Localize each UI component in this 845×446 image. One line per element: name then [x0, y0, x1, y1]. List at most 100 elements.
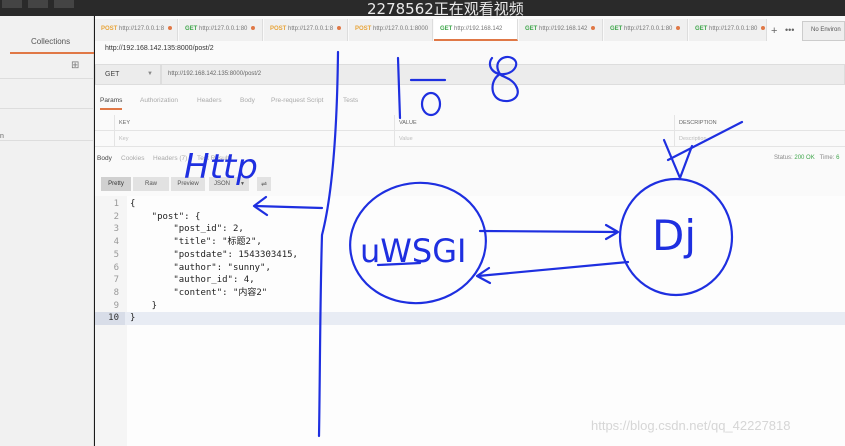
tab-pre-request-script[interactable]: Pre-request Script	[271, 97, 323, 104]
code-text: "author_id": 4,	[130, 275, 255, 286]
column-header-description: DESCRIPTION	[674, 115, 845, 131]
response-tabs: Body Cookies Headers (7) Test Results St…	[95, 154, 845, 168]
line-number: 9	[113, 300, 119, 311]
tab-response-headers[interactable]: Headers (7)	[153, 155, 187, 162]
response-body-viewer[interactable]: 1{2 "post": {3 "post_id": 2, 4 "title": "…	[95, 196, 845, 446]
divider	[0, 108, 94, 109]
method-select[interactable]: GET ▼	[95, 64, 161, 85]
params-table: KEY VALUE DESCRIPTION Key Value Descript…	[95, 115, 845, 148]
line-number: 10	[95, 312, 125, 325]
toolbar-button[interactable]	[28, 0, 48, 8]
unsaved-dot-icon	[591, 26, 596, 31]
tab-url: http://127.0.0.1:8	[288, 26, 334, 32]
unsaved-dot-icon	[251, 26, 256, 31]
divider	[0, 78, 94, 79]
time-value: 6	[836, 155, 840, 161]
unsaved-dot-icon	[676, 26, 681, 31]
code-text: "author": "sunny",	[130, 262, 271, 273]
tab-collections[interactable]: Collections	[31, 37, 70, 46]
request-tab[interactable]: POST http://127.0.0.1:8000	[349, 19, 433, 41]
code-text: }	[130, 313, 136, 324]
code-line: 9 }	[95, 300, 845, 313]
table-row: Key Value Description	[95, 131, 845, 147]
raw-button[interactable]: Raw	[133, 177, 169, 191]
code-text: "postdate": 1543303415,	[130, 249, 298, 260]
unsaved-dot-icon	[337, 26, 342, 31]
tab-url: http://127.0.0.1:8	[119, 26, 165, 32]
tab-headers[interactable]: Headers	[197, 97, 222, 104]
preview-button[interactable]: Preview	[171, 177, 205, 191]
folder-plus-icon[interactable]: ⊞	[71, 60, 79, 71]
toolbar-button[interactable]	[54, 0, 74, 8]
request-tab[interactable]: GET http://192.168.142	[519, 19, 603, 41]
request-tab[interactable]: POST http://127.0.0.1:8	[95, 19, 178, 41]
watermark: https://blog.csdn.net/qq_42227818	[591, 418, 791, 433]
line-number: 1	[113, 199, 119, 209]
sidebar-item-fragment[interactable]: n	[0, 133, 4, 140]
tab-url: http://127.0.0.1:80	[624, 26, 673, 32]
line-number: 5	[113, 249, 119, 260]
code-line: 8 "content": "内容2"	[95, 287, 845, 300]
request-section-tabs: Params Authorization Headers Body Pre-re…	[95, 97, 845, 115]
request-tab[interactable]: POST http://127.0.0.1:8	[264, 19, 348, 41]
code-line: 4 "title": "标题2",	[95, 236, 845, 249]
code-line: 6 "author": "sunny",	[95, 262, 845, 275]
unsaved-dot-icon	[761, 26, 766, 31]
tab-authorization[interactable]: Authorization	[140, 97, 178, 104]
tab-cookies[interactable]: Cookies	[121, 155, 144, 162]
request-tab[interactable]: GET http://127.0.0.1:80	[689, 19, 767, 41]
tab-tests[interactable]: Tests	[343, 97, 358, 104]
request-tab[interactable]: GET http://127.0.0.1:80	[179, 19, 263, 41]
method-label: GET	[105, 71, 120, 78]
code-line: 10}	[95, 312, 845, 325]
code-text: "post": {	[130, 211, 201, 222]
column-header-value: VALUE	[394, 115, 674, 131]
chevron-down-icon: ▼	[240, 181, 245, 187]
code-text: "post_id": 2,	[130, 224, 244, 235]
wrap-lines-icon[interactable]: ⇌	[257, 177, 271, 191]
tab-url: http://127.0.0.1:80	[199, 26, 248, 32]
description-input[interactable]: Description	[674, 131, 845, 147]
main-panel: POST http://127.0.0.1:8 GET http://127.0…	[95, 16, 845, 446]
code-line: 3 "post_id": 2,	[95, 223, 845, 236]
add-tab-button[interactable]: +	[771, 25, 777, 37]
sidebar: Collections ⊞ n	[0, 16, 94, 446]
request-tab-active[interactable]: GET http://192.168.142	[434, 19, 518, 41]
line-number: 4	[113, 237, 119, 248]
tab-params[interactable]: Params	[100, 97, 123, 110]
value-input[interactable]: Value	[394, 131, 674, 147]
column-header-key: KEY	[114, 115, 394, 131]
tab-url: http://127.0.0.1:8000	[373, 26, 429, 32]
code-text: "content": "内容2"	[130, 287, 268, 298]
request-tabs-bar: POST http://127.0.0.1:8 GET http://127.0…	[95, 19, 845, 41]
key-input[interactable]: Key	[114, 131, 394, 147]
code-text: "title": "标题2",	[130, 237, 262, 248]
tab-url: http://192.168.142	[539, 26, 588, 32]
url-input[interactable]: http://192.168.142.135:8000/post/2	[161, 64, 845, 85]
line-number: 2	[113, 211, 119, 222]
request-title: http://192.168.142.135:8000/post/2	[105, 45, 214, 52]
line-number: 8	[113, 287, 119, 298]
response-status: Status: 200 OK Time: 6	[774, 155, 840, 161]
tab-test-results[interactable]: Test Results	[197, 155, 232, 162]
format-toolbar: Pretty Raw Preview JSON ▼ ⇌	[101, 177, 281, 191]
request-bar: GET ▼ http://192.168.142.135:8000/post/2	[95, 64, 845, 86]
code-line: 5 "postdate": 1543303415,	[95, 249, 845, 262]
tab-body[interactable]: Body	[240, 97, 255, 104]
status-badge: 200 OK	[794, 155, 815, 161]
code-text: {	[130, 199, 136, 209]
line-number: 6	[113, 262, 119, 273]
line-number: 7	[113, 275, 119, 286]
more-tabs-button[interactable]: •••	[785, 25, 794, 35]
unsaved-dot-icon	[168, 26, 173, 31]
divider	[0, 140, 94, 141]
environment-select[interactable]: No Environ	[802, 21, 845, 41]
format-select[interactable]: JSON ▼	[209, 177, 249, 191]
chevron-down-icon: ▼	[147, 71, 153, 77]
toolbar-button[interactable]	[2, 0, 22, 8]
code-line: 1{	[95, 198, 845, 211]
tab-url: http://127.0.0.1:80	[709, 26, 758, 32]
pretty-button[interactable]: Pretty	[101, 177, 131, 191]
tab-response-body[interactable]: Body	[97, 155, 112, 162]
request-tab[interactable]: GET http://127.0.0.1:80	[604, 19, 688, 41]
